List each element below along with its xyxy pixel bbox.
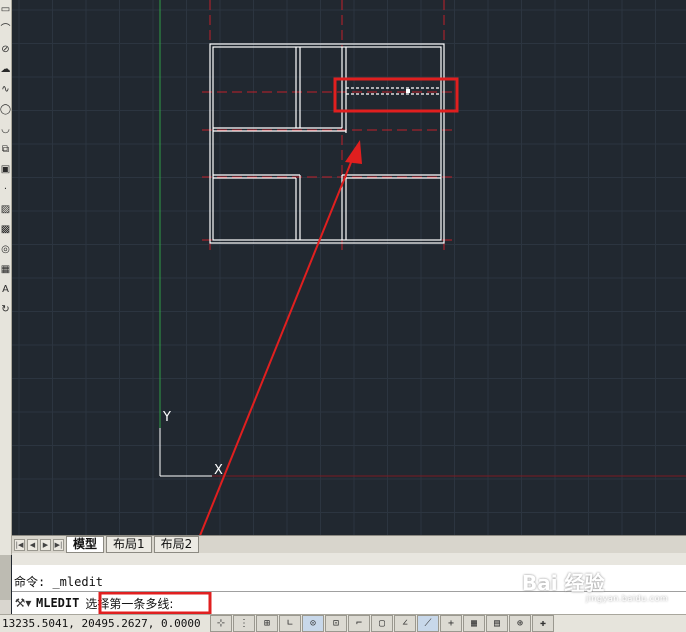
rectangle-icon[interactable]: ▭ [0, 0, 11, 20]
grip-point[interactable] [406, 89, 410, 93]
ellipse-arc-icon[interactable]: ◡ [0, 120, 11, 140]
drawing-svg[interactable]: Y X [12, 0, 686, 535]
toolbar-scroll-strip[interactable] [0, 555, 11, 600]
tab-layout1[interactable]: 布局1 [106, 536, 152, 553]
ucs-y-label: Y [162, 410, 171, 425]
table-icon[interactable]: ▦ [0, 260, 11, 280]
insert-block-icon[interactable]: ⧉ [0, 140, 11, 160]
arc-icon[interactable]: ⌒ [0, 20, 11, 40]
draw-toolbar: ▭ ⌒ ⊘ ☁ ∿ ◯ ◡ ⧉ ▣ · ▨ ▩ ◎ ▦ A ↻ [0, 0, 12, 555]
baidu-jingyan-watermark: Bai 经验 jingyan.baidu.com [522, 567, 682, 603]
left-panel-corner [0, 600, 11, 614]
prev-tab-button[interactable]: ◀ [27, 538, 38, 551]
annotation-highlight-box [333, 77, 459, 113]
gradient-icon[interactable]: ▩ [0, 220, 11, 240]
ucs-x-label: X [214, 463, 223, 478]
centerlines [202, 0, 457, 250]
sc-toggle-button[interactable]: ▤ [486, 615, 508, 632]
command-window-header [12, 553, 686, 565]
add-selected-icon[interactable]: ↻ [0, 300, 11, 320]
otrack-toggle-button[interactable]: ⌐ [348, 615, 370, 632]
tpy-toggle-button[interactable]: + [440, 615, 462, 632]
polar-toggle-button[interactable]: ∟ [279, 615, 301, 632]
ducs-toggle-button[interactable]: ▢ [371, 615, 393, 632]
command-prompt[interactable]: 选择第一条多线: [85, 595, 173, 612]
spline-icon[interactable]: ∿ [0, 80, 11, 100]
multiline-text-icon[interactable]: A [0, 280, 11, 300]
watermark-brand: Bai 经验 [522, 571, 605, 595]
dyn-toggle-button[interactable]: ∠ [394, 615, 416, 632]
command-history-line: 命令: _mledit [14, 575, 104, 589]
osnap-toggle-button[interactable]: ⊙ [302, 615, 324, 632]
qp-toggle-button[interactable]: ▦ [463, 615, 485, 632]
watermark-url: jingyan.baidu.com [586, 594, 669, 603]
point-icon[interactable]: · [0, 180, 11, 200]
drawing-canvas[interactable]: Y X [12, 0, 686, 535]
circle-icon[interactable]: ⊘ [0, 40, 11, 60]
first-tab-button[interactable]: |◀ [14, 538, 25, 551]
next-tab-button[interactable]: ▶ [40, 538, 51, 551]
layout-tab-bar: |◀ ◀ ▶ ▶| 模型 布局1 布局2 [12, 535, 686, 553]
status-bar: 13235.5041, 20495.2627, 0.0000 ⊹ ⋮ ⊞ ∟ ⊙ ⊡ ⌐ ▢ ∠… [0, 614, 686, 632]
command-name: MLEDIT [36, 596, 80, 610]
snap-toggle-button[interactable]: ⊹ [210, 615, 232, 632]
grid-toggle-button[interactable]: ⋮ [233, 615, 255, 632]
tab-model[interactable]: 模型 [66, 536, 105, 553]
coordinate-readout: 13235.5041, 20495.2627, 0.0000 [2, 617, 201, 630]
last-tab-button[interactable]: ▶| [53, 538, 64, 551]
model-toggle-button[interactable]: ✚ [532, 615, 554, 632]
am-toggle-button[interactable]: ⊕ [509, 615, 531, 632]
ortho-toggle-button[interactable]: ⊞ [256, 615, 278, 632]
tab-layout2[interactable]: 布局2 [153, 536, 200, 553]
ellipse-icon[interactable]: ◯ [0, 100, 11, 120]
lwt-toggle-button[interactable]: ⟋ [417, 615, 439, 632]
hatch-icon[interactable]: ▨ [0, 200, 11, 220]
region-icon[interactable]: ◎ [0, 240, 11, 260]
command-customize-icon[interactable]: ⚒▾ [12, 596, 34, 610]
make-block-icon[interactable]: ▣ [0, 160, 11, 180]
revcloud-icon[interactable]: ☁ [0, 60, 11, 80]
3dosnap-toggle-button[interactable]: ⊡ [325, 615, 347, 632]
